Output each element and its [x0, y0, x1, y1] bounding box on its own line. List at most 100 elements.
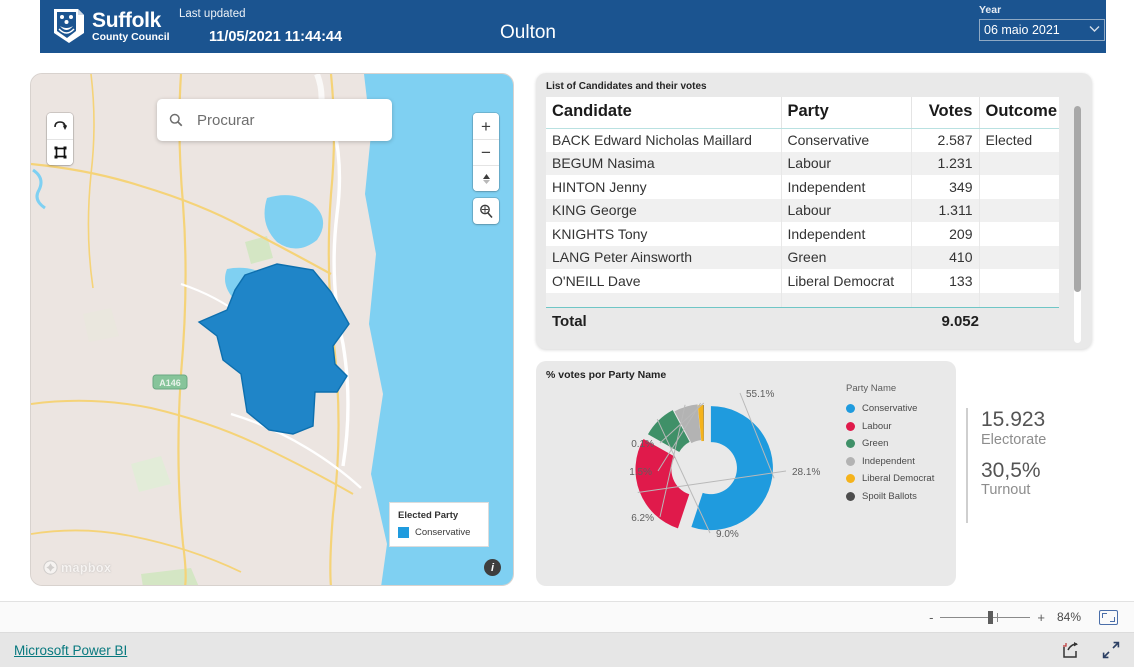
chart-legend-item-label: Labour — [862, 420, 892, 432]
electorate-label: Electorate — [981, 431, 1047, 448]
zoom-slider-track[interactable] — [940, 610, 1031, 624]
table-header-row: Candidate Party Votes Outcome — [546, 97, 1059, 129]
cell-clipped — [781, 292, 912, 307]
cell-votes: 349 — [911, 175, 980, 199]
table-row[interactable] — [546, 292, 1059, 307]
info-icon[interactable]: i — [484, 559, 501, 576]
last-updated-label: Last updated — [179, 8, 246, 20]
column-header-party[interactable]: Party — [781, 97, 912, 129]
chevron-down-icon — [1089, 25, 1100, 36]
zoom-out-button[interactable]: - — [929, 611, 933, 624]
donut-data-label: 1.5% — [629, 467, 652, 478]
table-row[interactable]: KING George Labour 1.311 — [546, 198, 1059, 222]
map-compass-button[interactable] — [473, 165, 499, 191]
chart-legend-item-label: Conservative — [862, 403, 918, 414]
party-votes-chart-visual: % votes por Party Name 55.1% 28.1% 9.0% 6.2… — [536, 361, 956, 586]
turnout-value: 30,5% — [981, 458, 1041, 482]
chart-legend-item[interactable]: Conservative — [846, 403, 934, 414]
year-select[interactable]: 06 maio 2021 — [979, 19, 1105, 41]
map-search-box[interactable] — [157, 99, 392, 141]
table-row[interactable]: O'NEILL Dave Liberal Democrat 133 — [546, 269, 1059, 293]
table-row[interactable]: HINTON Jenny Independent 349 — [546, 175, 1059, 199]
donut-data-label: 28.1% — [792, 467, 820, 478]
chart-legend-item[interactable]: Independent — [846, 456, 934, 467]
column-header-votes[interactable]: Votes — [911, 97, 980, 129]
donut-data-label: 9.0% — [716, 529, 739, 540]
table-row[interactable]: BEGUM Nasima Labour 1.231 — [546, 151, 1059, 175]
cell-candidate: BACK Edward Nicholas Maillard — [546, 128, 782, 152]
map-zoom-controls[interactable]: + − — [473, 113, 499, 191]
map-legend: Elected Party Conservative — [389, 502, 489, 547]
page-title: Oulton — [500, 22, 556, 43]
share-icon — [1063, 642, 1078, 658]
cell-candidate: HINTON Jenny — [546, 175, 782, 199]
zoom-slider-thumb[interactable] — [988, 610, 994, 624]
cell-party: Conservative — [781, 128, 912, 152]
kpi-panel: 15.923 Electorate 30,5% Turnout — [966, 408, 1096, 523]
cell-votes: 133 — [911, 269, 980, 293]
cell-votes: 2.587 — [911, 128, 980, 152]
legend-dot-icon — [846, 491, 855, 501]
total-votes-value: 9.052 — [941, 312, 979, 330]
map-locate-button[interactable] — [473, 198, 499, 224]
donut-data-label: 6.2% — [631, 513, 654, 524]
table-row[interactable]: BACK Edward Nicholas Maillard Conservativ… — [546, 128, 1059, 152]
column-header-candidate[interactable]: Candidate — [546, 97, 782, 129]
table-row[interactable]: KNIGHTS Tony Independent 209 — [546, 222, 1059, 246]
zoom-slider-tick — [997, 612, 999, 622]
chart-legend-item-label: Liberal Democrat — [862, 473, 935, 484]
table-scrollbar[interactable] — [1074, 106, 1081, 343]
map-zoom-out-button[interactable]: − — [473, 139, 499, 165]
last-updated-value: 11/05/2021 11:44:44 — [209, 29, 343, 45]
legend-dot-icon — [846, 474, 855, 483]
chart-legend-items: Conservative Labour Green Independent Libera… — [846, 403, 934, 502]
table-row[interactable]: LANG Peter Ainsworth Green 410 — [546, 245, 1059, 269]
candidates-table-title: List of Candidates and their votes — [546, 81, 707, 92]
cell-candidate: KNIGHTS Tony — [546, 222, 782, 246]
map-visual[interactable]: A146 + − Procurar Elected Party Conserva… — [30, 73, 514, 586]
table-scrollbar-thumb[interactable] — [1074, 106, 1081, 292]
cell-candidate: LANG Peter Ainsworth — [546, 245, 782, 269]
cell-outcome — [979, 151, 1059, 175]
donut-chart[interactable]: 55.1% 28.1% 9.0% 6.2% 1.5% 0.1% — [596, 379, 846, 569]
cell-clipped — [979, 292, 1059, 307]
cell-candidate: BEGUM Nasima — [546, 151, 782, 175]
zoom-slider[interactable]: - + — [929, 610, 1045, 624]
box-select-button[interactable] — [47, 139, 73, 165]
pan-reset-button[interactable] — [47, 113, 73, 139]
cell-party: Independent — [781, 222, 912, 246]
cell-outcome: Elected — [979, 128, 1059, 152]
chart-legend-item[interactable]: Liberal Democrat — [846, 473, 934, 484]
mapbox-attribution[interactable]: mapbox — [43, 560, 111, 575]
brand-name-secondary: County Council — [92, 30, 170, 43]
zoom-in-button[interactable]: + — [1037, 611, 1045, 624]
chart-legend-item-label: Spoilt Ballots — [862, 490, 917, 502]
chart-legend-item[interactable]: Labour — [846, 421, 934, 432]
suffolk-crest-icon — [54, 9, 84, 43]
map-zoom-in-button[interactable]: + — [473, 113, 499, 139]
fullscreen-button[interactable] — [1102, 641, 1120, 659]
chart-legend-item[interactable]: Green — [846, 438, 934, 449]
cell-outcome — [979, 198, 1059, 222]
header-right-margin — [1106, 0, 1134, 53]
cell-party: Independent — [781, 175, 912, 199]
cell-outcome — [979, 175, 1059, 199]
fit-to-page-icon[interactable] — [1099, 609, 1118, 625]
map-control-group[interactable] — [47, 113, 73, 165]
cell-votes: 1.311 — [911, 198, 980, 222]
column-header-outcome[interactable]: Outcome — [979, 97, 1059, 129]
cell-outcome — [979, 222, 1059, 246]
cell-votes: 209 — [911, 222, 980, 246]
compass-icon — [482, 174, 490, 184]
map-legend-item[interactable]: Conservative — [398, 527, 480, 538]
table-scroll-region[interactable]: Candidate Party Votes Outcome BACK Edwar… — [546, 97, 1059, 307]
cell-party: Green — [781, 245, 912, 269]
share-button[interactable] — [1062, 641, 1080, 659]
powerbi-link[interactable]: Microsoft Power BI — [14, 643, 127, 658]
legend-dot-icon — [846, 404, 855, 413]
search-input[interactable] — [194, 110, 380, 130]
chart-legend-item-label: Independent — [862, 455, 915, 467]
chart-legend-item[interactable]: Spoilt Ballots — [846, 491, 934, 502]
cell-party: Labour — [781, 151, 912, 175]
brand-logo[interactable]: Suffolk County Council — [52, 7, 170, 45]
